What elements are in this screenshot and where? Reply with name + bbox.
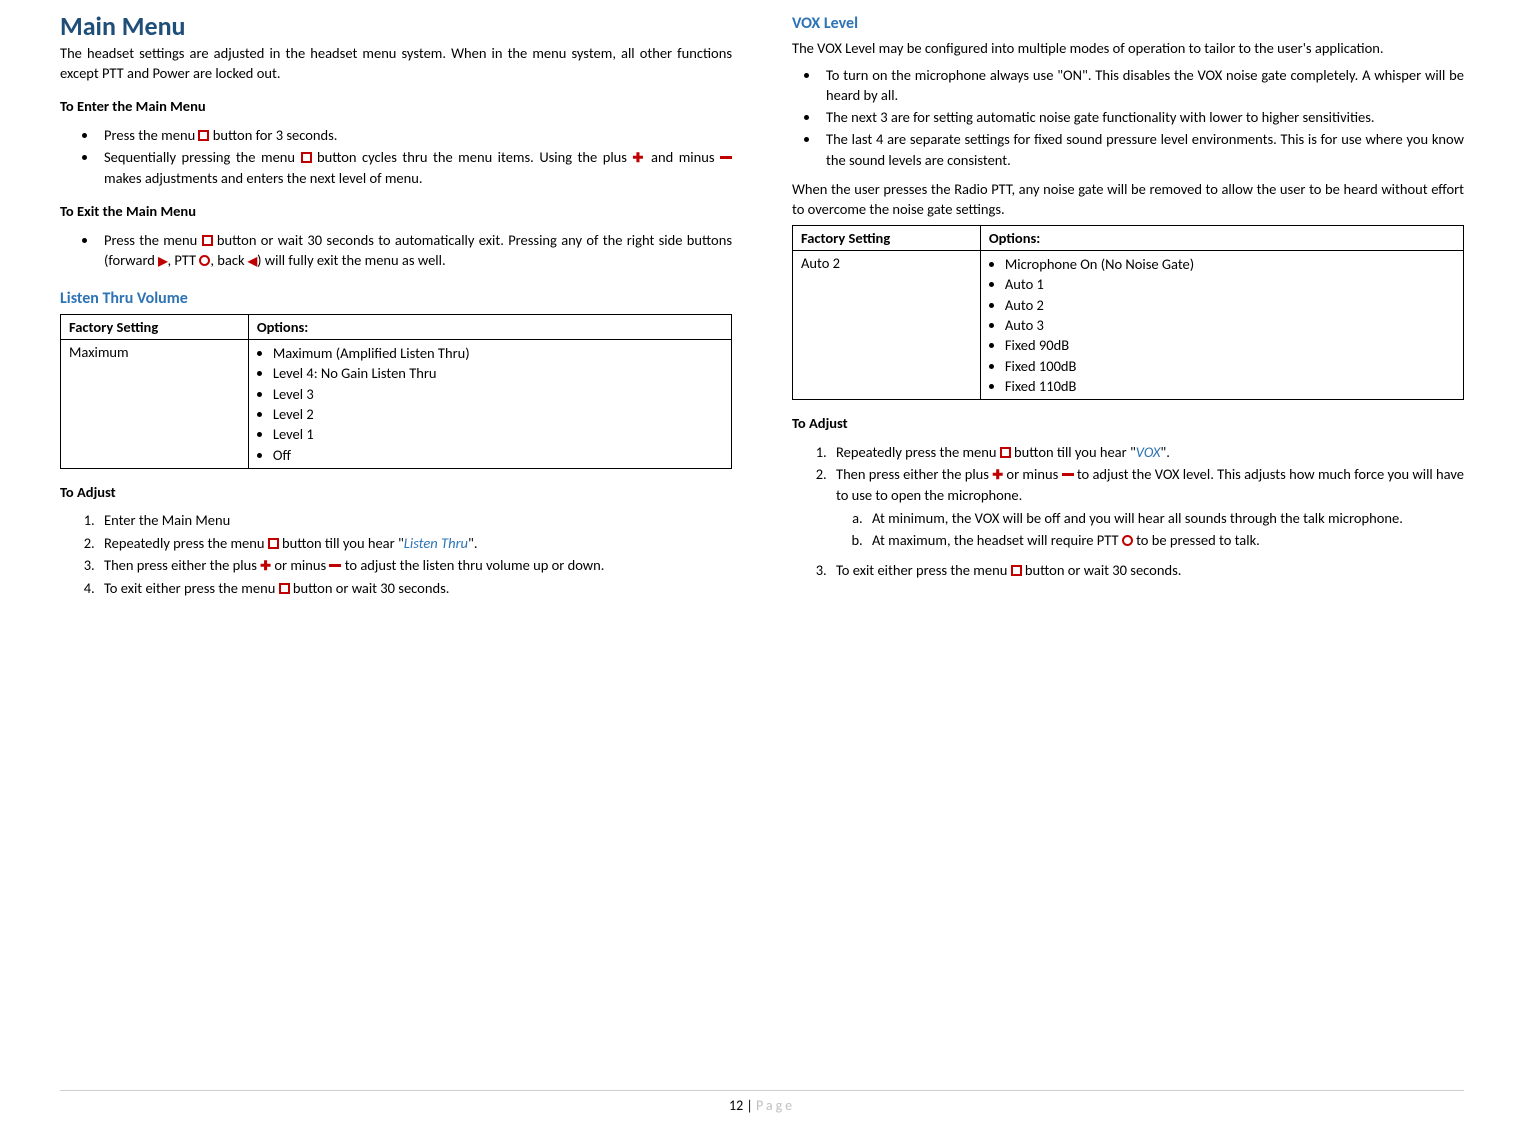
vox-adjust-head: To Adjust xyxy=(792,414,1464,434)
list-item: Auto 2 xyxy=(1005,295,1455,315)
factory-cell: Auto 2 xyxy=(793,251,981,400)
listen-thru-title: Listen Thru Volume xyxy=(60,289,732,308)
menu-square-icon xyxy=(1011,565,1022,576)
step-1: Enter the Main Menu xyxy=(98,510,732,530)
menu-square-icon xyxy=(1000,447,1011,458)
table-header-options: Options: xyxy=(248,315,731,340)
menu-square-icon xyxy=(198,130,209,141)
list-item: Fixed 90dB xyxy=(1005,335,1455,355)
vox-term: VOX xyxy=(1136,443,1161,461)
list-item: Level 4: No Gain Listen Thru xyxy=(273,363,723,383)
enter-main-menu-head: To Enter the Main Menu xyxy=(60,97,732,117)
list-item: Auto 3 xyxy=(1005,315,1455,335)
main-menu-intro: The headset settings are adjusted in the… xyxy=(60,44,732,83)
table-header-factory: Factory Setting xyxy=(61,315,249,340)
minus-icon xyxy=(1062,473,1074,476)
listen-adjust-steps: Enter the Main Menu Repeatedly press the… xyxy=(98,510,732,598)
listen-thru-table: Factory Setting Options: Maximum Maximum… xyxy=(60,314,732,469)
plus-icon xyxy=(992,465,1003,483)
enter-item-2: Sequentially pressing the menu button cy… xyxy=(98,147,732,188)
ptt-circle-icon xyxy=(199,255,210,266)
options-cell: Maximum (Amplified Listen Thru) Level 4:… xyxy=(248,340,731,469)
list-item: Auto 1 xyxy=(1005,274,1455,294)
step-3: To exit either press the menu button or … xyxy=(830,560,1464,580)
list-item: The next 3 are for setting automatic noi… xyxy=(820,107,1464,127)
list-item: Level 1 xyxy=(273,424,723,444)
ptt-circle-icon xyxy=(1122,535,1133,546)
exit-main-menu-list: Press the menu button or wait 30 seconds… xyxy=(98,230,732,271)
list-item: Maximum (Amplified Listen Thru) xyxy=(273,343,723,363)
table-header-options: Options: xyxy=(980,226,1463,251)
table-row: Auto 2 Microphone On (No Noise Gate) Aut… xyxy=(793,251,1464,400)
vox-level-title: VOX Level xyxy=(792,14,1464,33)
menu-square-icon xyxy=(268,538,279,549)
list-item: Fixed 110dB xyxy=(1005,376,1455,396)
vox-adjust-steps: Repeatedly press the menu button till yo… xyxy=(830,442,1464,581)
listen-thru-term: Listen Thru xyxy=(404,534,468,552)
step-3: Then press either the plus or minus to a… xyxy=(98,555,732,576)
minus-icon xyxy=(720,156,732,159)
main-menu-title: Main Menu xyxy=(60,10,732,42)
list-item: Level 2 xyxy=(273,404,723,424)
table-row: Maximum Maximum (Amplified Listen Thru) … xyxy=(61,340,732,469)
vox-table: Factory Setting Options: Auto 2 Micropho… xyxy=(792,225,1464,400)
plus-icon xyxy=(632,148,645,166)
minus-icon xyxy=(329,564,341,567)
step-4: To exit either press the menu button or … xyxy=(98,578,732,598)
step-2: Then press either the plus or minus to a… xyxy=(830,464,1464,550)
factory-cell: Maximum xyxy=(61,340,249,469)
step-1: Repeatedly press the menu button till yo… xyxy=(830,442,1464,462)
listen-adjust-head: To Adjust xyxy=(60,483,732,503)
list-item: The last 4 are separate settings for fix… xyxy=(820,129,1464,170)
menu-square-icon xyxy=(202,235,213,246)
list-item: Off xyxy=(273,445,723,465)
menu-square-icon xyxy=(301,152,312,163)
left-column: Main Menu The headset settings are adjus… xyxy=(60,10,732,609)
exit-main-menu-head: To Exit the Main Menu xyxy=(60,202,732,222)
exit-item-1: Press the menu button or wait 30 seconds… xyxy=(98,230,732,271)
options-cell: Microphone On (No Noise Gate) Auto 1 Aut… xyxy=(980,251,1463,400)
list-item: To turn on the microphone always use "ON… xyxy=(820,65,1464,106)
step-2a: At minimum, the VOX will be off and you … xyxy=(866,508,1464,528)
page-footer: 12 | Page xyxy=(60,1090,1464,1114)
plus-icon xyxy=(260,556,271,574)
enter-main-menu-list: Press the menu button for 3 seconds. Seq… xyxy=(98,125,732,189)
page-label: Page xyxy=(756,1097,795,1114)
vox-bullets: To turn on the microphone always use "ON… xyxy=(820,65,1464,170)
enter-item-1: Press the menu button for 3 seconds. xyxy=(98,125,732,145)
list-item: Fixed 100dB xyxy=(1005,356,1455,376)
table-header-factory: Factory Setting xyxy=(793,226,981,251)
step-2b: At maximum, the headset will require PTT… xyxy=(866,530,1464,550)
vox-note: When the user presses the Radio PTT, any… xyxy=(792,180,1464,219)
list-item: Microphone On (No Noise Gate) xyxy=(1005,254,1455,274)
back-triangle-icon xyxy=(248,251,257,269)
right-column: VOX Level The VOX Level may be configure… xyxy=(792,10,1464,609)
step-2: Repeatedly press the menu button till yo… xyxy=(98,533,732,553)
page-number: 12 xyxy=(729,1097,743,1114)
vox-intro: The VOX Level may be configured into mul… xyxy=(792,39,1464,59)
menu-square-icon xyxy=(279,583,290,594)
list-item: Level 3 xyxy=(273,384,723,404)
